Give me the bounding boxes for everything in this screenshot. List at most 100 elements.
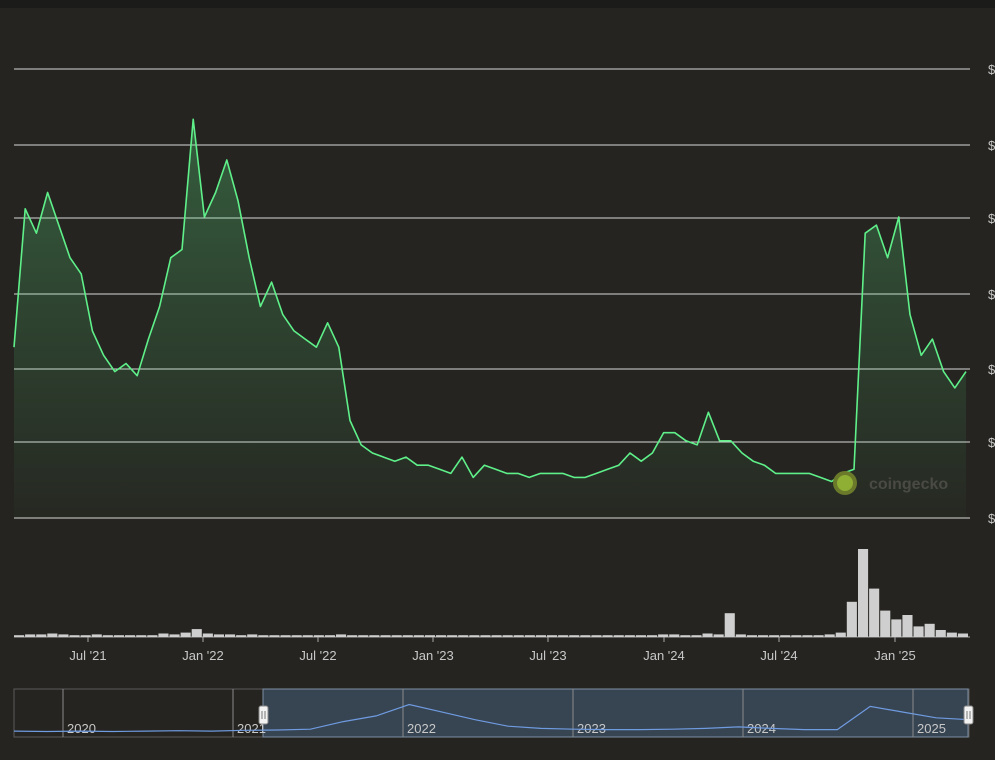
y-tick-label: $ xyxy=(988,62,995,77)
volume-bar xyxy=(91,634,102,637)
volume-bar xyxy=(302,635,313,637)
volume-bar xyxy=(935,630,946,637)
navigator-handle-right[interactable] xyxy=(963,705,974,725)
volume-bar xyxy=(569,635,580,637)
watermark-text: coingecko xyxy=(869,476,948,493)
volume-bar xyxy=(380,635,391,637)
volume-bar xyxy=(891,619,902,637)
volume-bar xyxy=(835,632,846,637)
volume-bar xyxy=(924,623,935,637)
volume-bar xyxy=(469,635,480,637)
volume-bar xyxy=(691,635,702,637)
volume-bar xyxy=(169,634,180,637)
volume-bar xyxy=(25,634,36,637)
volume-bar xyxy=(336,634,347,637)
volume-bar xyxy=(369,635,380,637)
volume-bar xyxy=(713,634,724,637)
volume-bar xyxy=(902,615,913,637)
y-tick-label: $ xyxy=(988,211,995,226)
volume-bar xyxy=(591,635,602,637)
volume-bar xyxy=(291,635,302,637)
volume-bar xyxy=(480,635,491,637)
volume-bar xyxy=(269,635,280,637)
volume-bar xyxy=(535,635,546,637)
x-tick-label: Jan '22 xyxy=(182,648,224,663)
volume-bar xyxy=(613,635,624,637)
volume-bar xyxy=(258,635,269,637)
volume-bar xyxy=(680,635,691,637)
coingecko-gecko-icon-inner xyxy=(837,475,853,491)
volume-bar xyxy=(846,601,857,637)
volume-bar xyxy=(225,634,236,637)
volume-bar xyxy=(347,635,358,637)
navigator-year-label: 2023 xyxy=(577,721,606,736)
volume-bar xyxy=(635,635,646,637)
volume-bar xyxy=(669,634,680,637)
x-tick-label: Jan '23 xyxy=(412,648,454,663)
volume-bar xyxy=(769,635,780,637)
y-tick-label: $ xyxy=(988,287,995,302)
volume-bar xyxy=(147,635,158,637)
volume-bar xyxy=(125,635,136,637)
volume-bar xyxy=(746,635,757,637)
navigator-year-label: 2022 xyxy=(407,721,436,736)
price-chart-svg: $ $ $ $ $ $ $ coingecko Jul '21 Jan '22 Jul '22 J… xyxy=(13,62,995,738)
x-tick-label: Jul '21 xyxy=(69,648,106,663)
volume-bar xyxy=(14,635,25,637)
volume-bar xyxy=(424,635,435,637)
y-tick-label: $ xyxy=(988,138,995,153)
x-tick-label: Jan '25 xyxy=(874,648,916,663)
volume-bar xyxy=(313,635,324,637)
volume-bar xyxy=(624,635,635,637)
volume-bar xyxy=(658,634,669,637)
y-axis-labels: $ $ $ $ $ $ $ xyxy=(988,62,995,526)
volume-bar xyxy=(202,633,213,637)
volume-bar xyxy=(558,635,569,637)
volume-bar xyxy=(724,613,735,637)
volume-bar xyxy=(813,635,824,637)
x-tick-label: Jul '24 xyxy=(760,648,797,663)
volume-bar xyxy=(58,634,69,637)
volume-bar xyxy=(502,635,513,637)
volume-bar xyxy=(280,635,291,637)
top-strip xyxy=(0,0,995,8)
y-tick-label: $ xyxy=(988,435,995,450)
x-tick-label: Jul '22 xyxy=(299,648,336,663)
volume-bar xyxy=(247,634,258,637)
volume-bar xyxy=(702,633,713,637)
volume-bar xyxy=(824,634,835,637)
volume-bar xyxy=(858,549,869,637)
price-area xyxy=(14,119,966,519)
volume-bar xyxy=(880,610,891,637)
volume-bar xyxy=(647,635,658,637)
volume-bar xyxy=(102,635,113,637)
price-chart-panel: $ $ $ $ $ $ $ coingecko Jul '21 Jan '22 Jul '22 J… xyxy=(0,8,995,760)
navigator[interactable]: 2020 2021 2022 2023 2024 2025 xyxy=(13,688,974,738)
volume-bar xyxy=(158,633,169,637)
volume-bar xyxy=(180,632,191,637)
y-tick-label: $ xyxy=(988,511,995,526)
volume-bar xyxy=(47,633,58,637)
volume-bar xyxy=(136,635,147,637)
volume-bar xyxy=(36,634,47,637)
volume-bar xyxy=(957,633,968,637)
volume-bar xyxy=(491,635,502,637)
volume-bar xyxy=(236,635,247,637)
volume-bar xyxy=(802,635,813,637)
y-tick-label: $ xyxy=(988,362,995,377)
volume-bar xyxy=(458,635,469,637)
volume-bar xyxy=(113,635,124,637)
volume-bar xyxy=(580,635,591,637)
volume-bar xyxy=(524,635,535,637)
navigator-year-label: 2025 xyxy=(917,721,946,736)
volume-bar xyxy=(413,635,424,637)
navigator-handle-left[interactable] xyxy=(258,705,269,725)
volume-bar xyxy=(602,635,613,637)
volume-bar xyxy=(791,635,802,637)
volume-bar xyxy=(913,626,924,637)
volume-bar xyxy=(80,635,91,637)
volume-bar xyxy=(946,632,957,637)
volume-bar xyxy=(191,629,202,637)
volume-bar xyxy=(69,635,80,637)
x-axis-labels: Jul '21 Jan '22 Jul '22 Jan '23 Jul '23 Jan '… xyxy=(69,637,916,663)
